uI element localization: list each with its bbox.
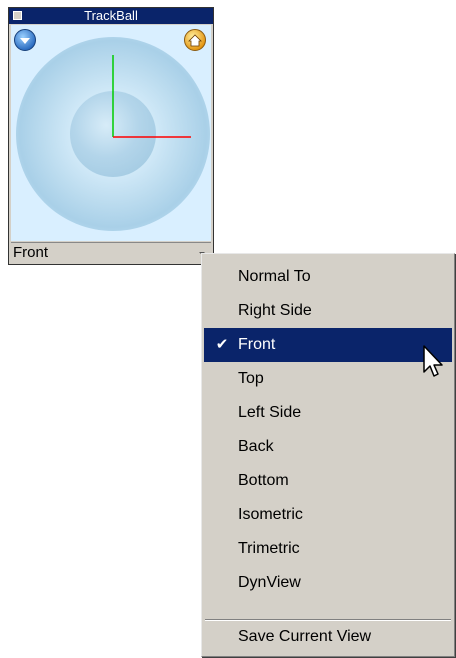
menu-item-front[interactable]: ✔ Front	[204, 328, 452, 362]
trackball-viewport[interactable]	[11, 25, 211, 241]
view-select-value: Front	[13, 244, 49, 261]
system-menu-icon[interactable]	[13, 11, 22, 20]
menu-item-right-side[interactable]: Right Side	[204, 294, 452, 328]
trackball-titlebar[interactable]: TrackBall	[9, 8, 213, 24]
menu-item-save-current-view[interactable]: Save Current View	[204, 620, 452, 654]
menu-item-back[interactable]: Back	[204, 430, 452, 464]
menu-item-label: Front	[238, 336, 276, 353]
axes-triad-icon	[112, 55, 191, 138]
menu-item-trimetric[interactable]: Trimetric	[204, 532, 452, 566]
menu-item-label: Bottom	[238, 472, 289, 489]
menu-item-left-side[interactable]: Left Side	[204, 396, 452, 430]
mouse-pointer-icon	[423, 345, 443, 377]
trackball-title: TrackBall	[84, 8, 138, 23]
menu-item-isometric[interactable]: Isometric	[204, 498, 452, 532]
view-select[interactable]: Front	[11, 242, 211, 264]
menu-item-label: Normal To	[238, 268, 311, 285]
menu-item-top[interactable]: Top	[204, 362, 452, 396]
trackball-panel: TrackBall Front	[8, 7, 214, 265]
checkmark-icon: ✔	[215, 336, 229, 353]
menu-item-label: Back	[238, 438, 274, 455]
menu-item-label: Right Side	[238, 302, 312, 319]
menu-item-label: Save Current View	[238, 628, 372, 645]
menu-item-label: Left Side	[238, 404, 302, 421]
menu-item-bottom[interactable]: Bottom	[204, 464, 452, 498]
menu-item-label: Top	[238, 370, 264, 387]
view-menu: Normal To Right Side ✔ Front Top Left Si…	[201, 253, 455, 657]
home-view-icon[interactable]	[183, 28, 207, 52]
menu-item-label: Trimetric	[238, 540, 300, 557]
menu-item-dynview[interactable]: DynView	[204, 566, 452, 600]
menu-item-normal-to[interactable]: Normal To	[204, 260, 452, 294]
menu-item-label: DynView	[238, 574, 301, 591]
menu-item-label: Isometric	[238, 506, 303, 523]
dropdown-circle-icon[interactable]	[13, 28, 37, 52]
